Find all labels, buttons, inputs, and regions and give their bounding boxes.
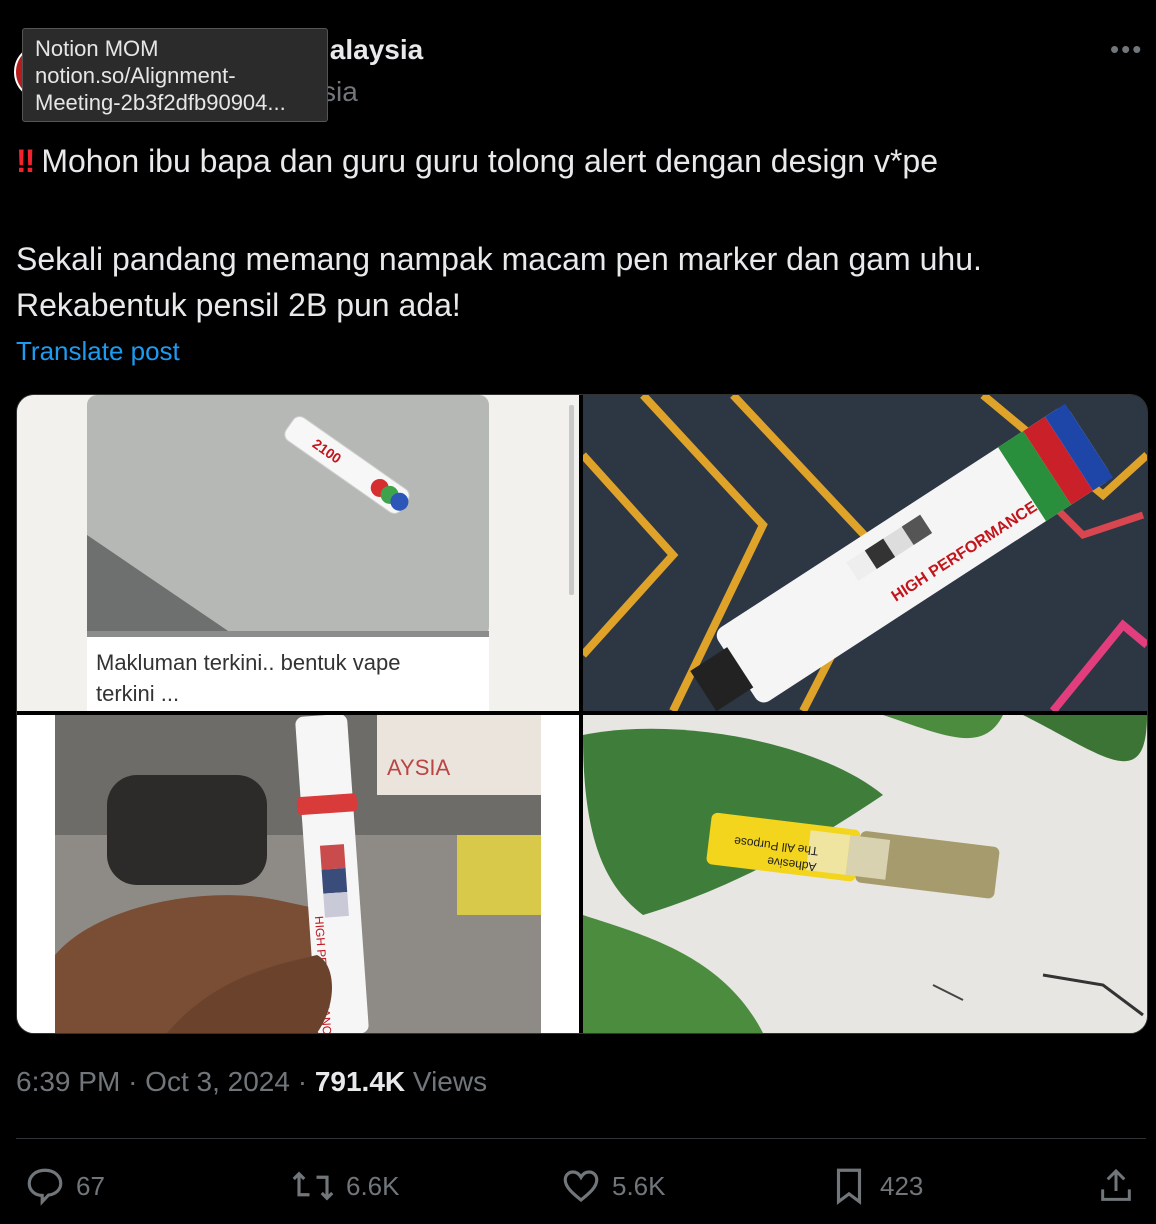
media-image-2[interactable]: HIGH PERFORMANCE bbox=[583, 395, 1147, 711]
repost-icon bbox=[292, 1171, 334, 1201]
reply-count: 67 bbox=[76, 1170, 105, 1201]
media-image-4[interactable]: The All Purpose Adhesive bbox=[583, 715, 1147, 1033]
tooltip-url-line1: notion.so/Alignment- bbox=[35, 63, 236, 88]
share-icon bbox=[1101, 1168, 1131, 1201]
media-grid: 2100 Makluman terkini.. bentuk vape terk… bbox=[16, 394, 1148, 1034]
post-text-line1-content: Mohon ibu bapa dan guru guru tolong aler… bbox=[41, 143, 939, 179]
views-count: 791.4K bbox=[314, 1066, 406, 1097]
reply-button[interactable]: 67 bbox=[24, 1164, 105, 1208]
reply-icon bbox=[27, 1168, 63, 1206]
post-meta: 6:39 PM · Oct 3, 2024 · 791.4K Views bbox=[16, 1066, 487, 1098]
account-name[interactable]: lalaysia bbox=[322, 34, 423, 66]
repost-count: 6.6K bbox=[346, 1170, 400, 1201]
share-button[interactable] bbox=[1096, 1164, 1146, 1208]
post-text-line2: Sekali pandang memang nampak macam pen m… bbox=[16, 241, 982, 277]
post-time[interactable]: 6:39 PM bbox=[16, 1066, 120, 1097]
image-2-art: HIGH PERFORMANCE bbox=[583, 395, 1147, 711]
like-count: 5.6K bbox=[612, 1170, 666, 1201]
tile1-caption-line2: terkini ... bbox=[96, 681, 179, 706]
meta-separator-2: · bbox=[297, 1066, 308, 1097]
post-text-line3: Rekabentuk pensil 2B pun ada! bbox=[16, 287, 461, 323]
image-1-art: 2100 Makluman terkini.. bentuk vape terk… bbox=[17, 395, 579, 711]
more-options-icon[interactable]: ••• bbox=[1110, 34, 1143, 65]
media-image-3[interactable]: AYSIA HIGH PERFORMANCE bbox=[17, 715, 579, 1033]
translate-post-link[interactable]: Translate post bbox=[16, 336, 180, 367]
double-exclamation-icon: ‼ bbox=[16, 143, 36, 179]
media-image-1[interactable]: 2100 Makluman terkini.. bentuk vape terk… bbox=[17, 395, 579, 711]
heart-icon bbox=[563, 1170, 599, 1203]
tile1-caption-line1: Makluman terkini.. bentuk vape bbox=[96, 650, 401, 675]
link-tooltip: Notion MOM notion.so/Alignment- Meeting-… bbox=[22, 28, 328, 122]
image-4-art: The All Purpose Adhesive bbox=[583, 715, 1147, 1033]
image-3-art: AYSIA HIGH PERFORMANCE bbox=[17, 715, 579, 1033]
post-date[interactable]: Oct 3, 2024 bbox=[145, 1066, 290, 1097]
divider bbox=[16, 1138, 1146, 1139]
meta-separator-1: · bbox=[128, 1066, 138, 1097]
bookmark-count: 423 bbox=[880, 1170, 924, 1201]
bookmark-button[interactable]: 423 bbox=[828, 1164, 923, 1208]
bookmark-icon bbox=[836, 1168, 862, 1205]
views-label: Views bbox=[412, 1066, 488, 1097]
tooltip-title: Notion MOM bbox=[35, 36, 159, 61]
sign-text: AYSIA bbox=[387, 755, 451, 780]
repost-button[interactable]: 6.6K bbox=[290, 1164, 400, 1208]
like-button[interactable]: 5.6K bbox=[560, 1164, 666, 1208]
tooltip-url-line2: Meeting-2b3f2dfb90904... bbox=[35, 90, 286, 115]
post-text-line1: ‼ Mohon ibu bapa dan guru guru tolong ale… bbox=[16, 138, 938, 184]
